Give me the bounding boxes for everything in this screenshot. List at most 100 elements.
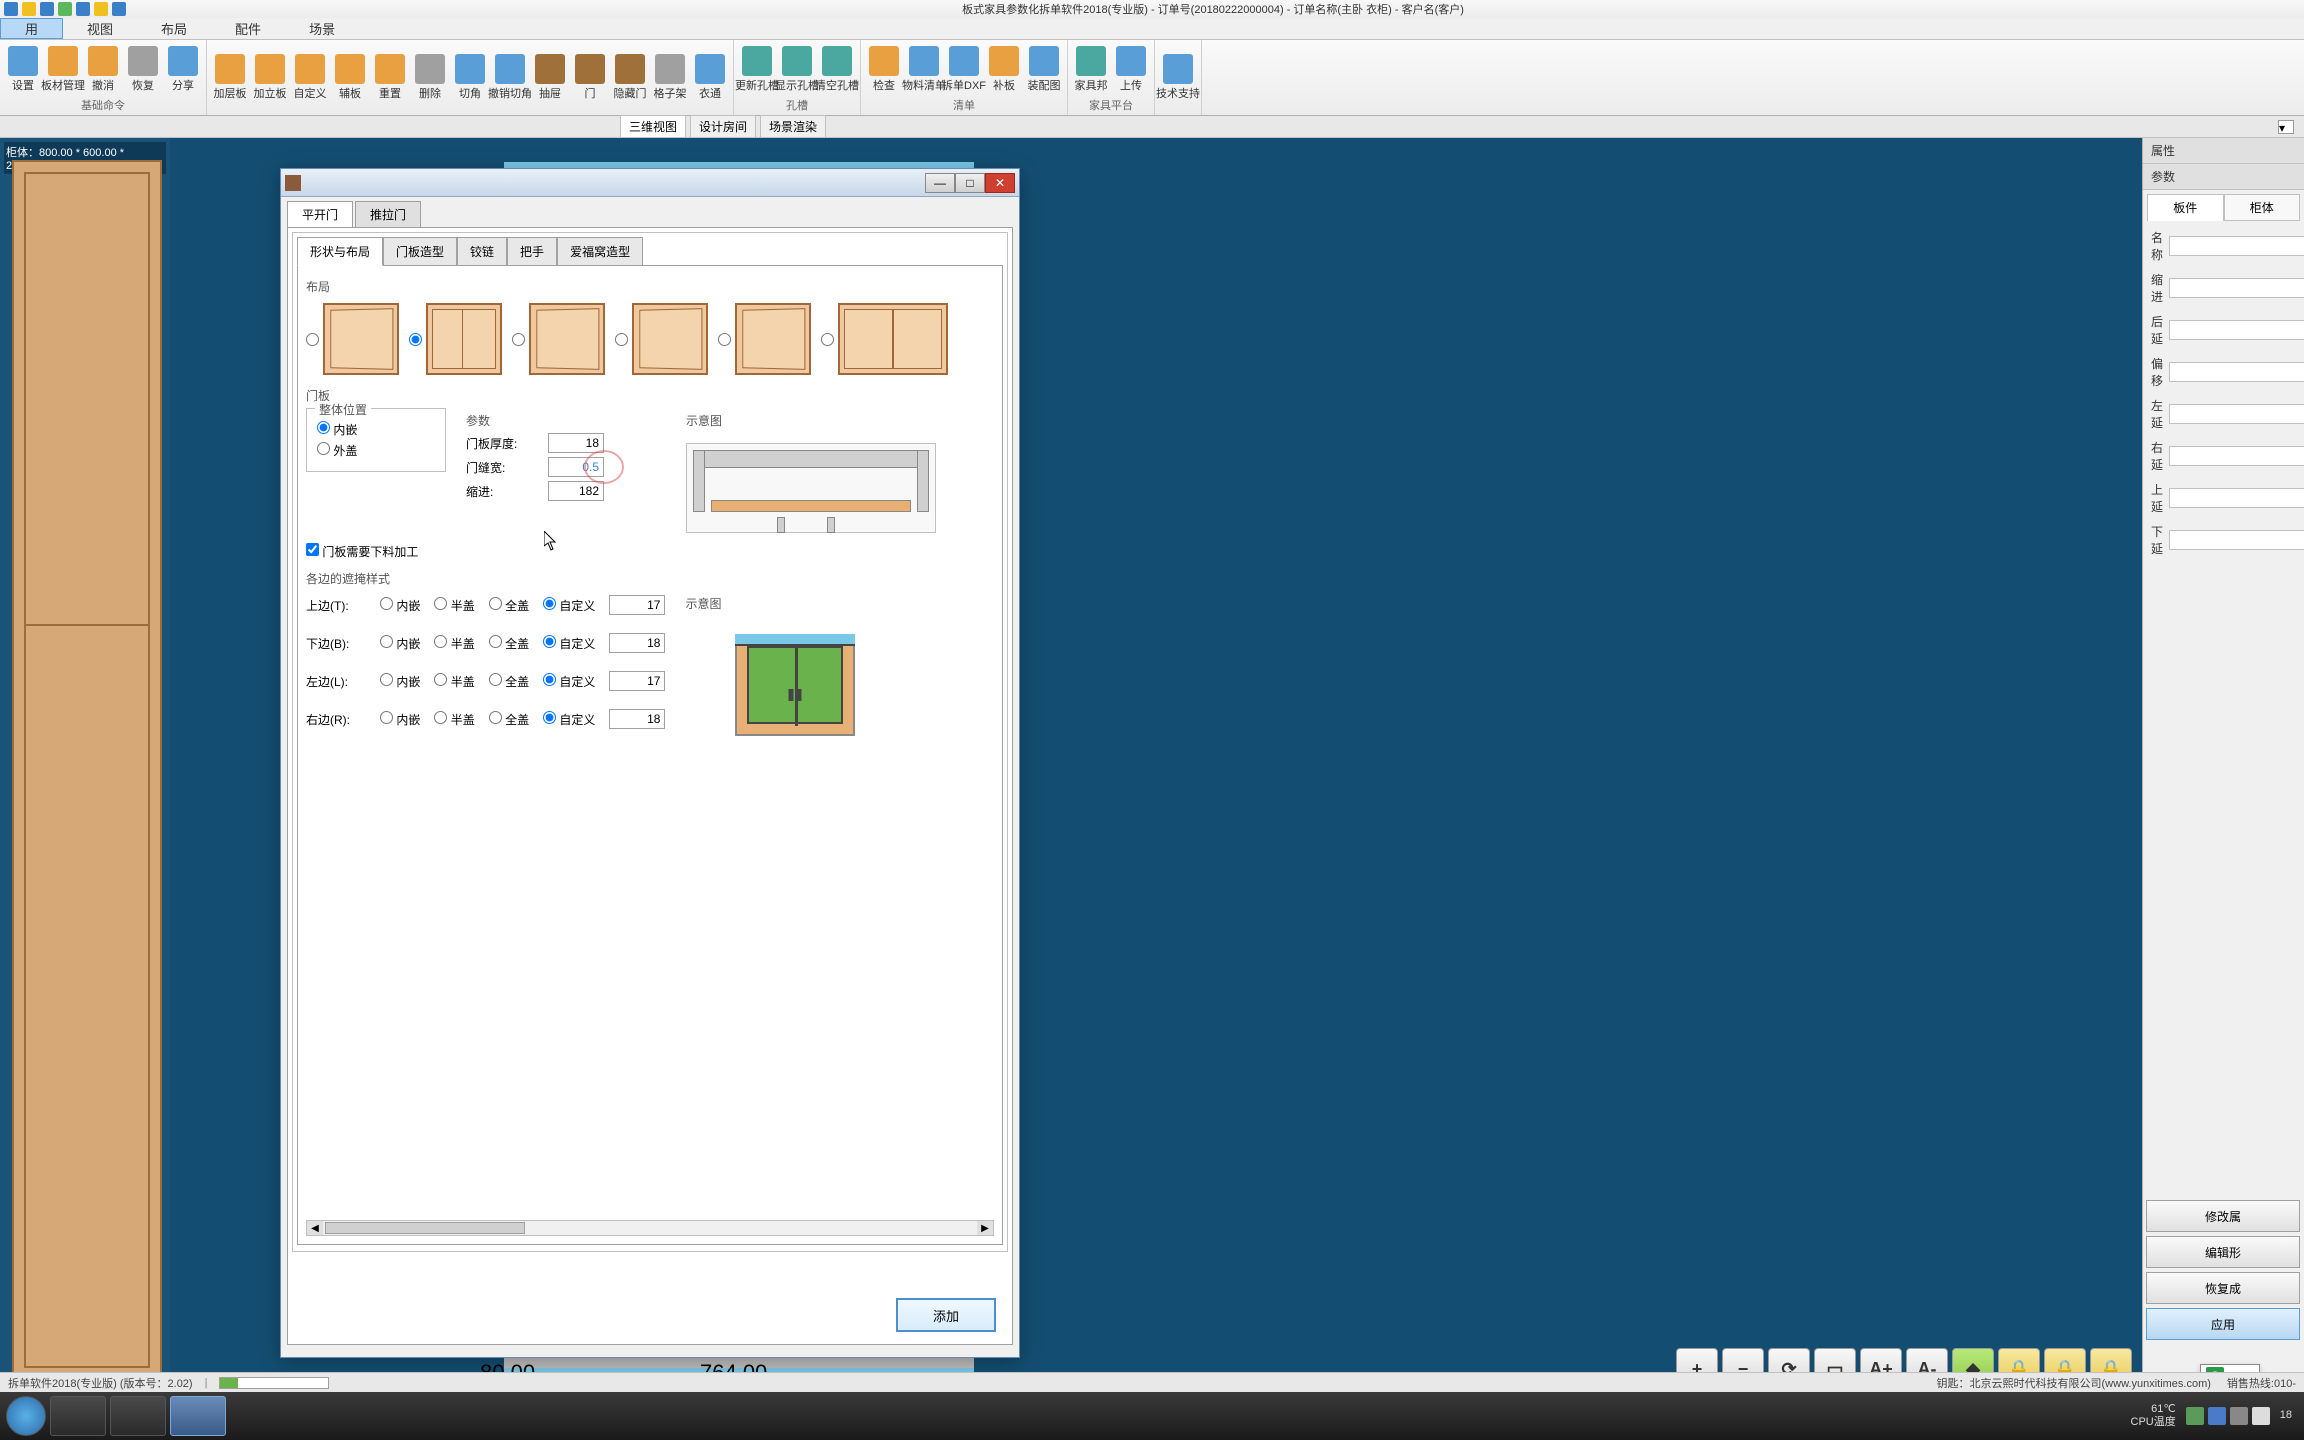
- tray-icon[interactable]: [2186, 1407, 2204, 1425]
- inner-tab[interactable]: 形状与布局: [297, 237, 383, 266]
- dialog-titlebar[interactable]: — □ ✕: [281, 169, 1019, 197]
- ribbon-btn[interactable]: 切角: [451, 52, 489, 103]
- layout-radio[interactable]: [409, 333, 422, 346]
- edge-value-input[interactable]: [609, 709, 665, 729]
- edge-option[interactable]: 全盖: [489, 635, 529, 652]
- edge-option[interactable]: 内嵌: [380, 711, 420, 728]
- layout-thumb[interactable]: [323, 303, 399, 375]
- clock[interactable]: 18: [2274, 1409, 2298, 1422]
- ribbon-btn[interactable]: 衣通: [691, 52, 729, 103]
- menu-item[interactable]: 配件: [211, 19, 285, 38]
- ribbon-btn[interactable]: 删除: [411, 52, 449, 103]
- inner-tab[interactable]: 门板造型: [383, 237, 457, 266]
- ribbon-btn[interactable]: 门: [571, 52, 609, 103]
- prop-input[interactable]: [2169, 530, 2304, 550]
- prop-input[interactable]: [2169, 278, 2304, 298]
- edge-option[interactable]: 全盖: [489, 711, 529, 728]
- ribbon-btn[interactable]: 加层板: [211, 52, 249, 103]
- qat-icon[interactable]: [4, 2, 18, 16]
- inner-tab[interactable]: 铰链: [457, 237, 507, 266]
- pos-option[interactable]: 内嵌: [317, 421, 357, 438]
- add-button[interactable]: 添加: [896, 1298, 996, 1332]
- ribbon-btn[interactable]: 检查: [865, 44, 903, 95]
- ribbon-btn[interactable]: 清空孔槽: [818, 44, 856, 95]
- ribbon-btn[interactable]: 上传: [1112, 44, 1150, 95]
- ribbon-btn[interactable]: 拆单DXF: [945, 44, 983, 95]
- ribbon-btn[interactable]: 重置: [371, 52, 409, 103]
- pos-option[interactable]: 外盖: [317, 442, 357, 459]
- temperature-widget[interactable]: 61℃ CPU温度: [2125, 1403, 2182, 1429]
- layout-thumb[interactable]: [735, 303, 811, 375]
- edge-value-input[interactable]: [609, 595, 665, 615]
- edge-value-input[interactable]: [609, 633, 665, 653]
- layout-radio[interactable]: [306, 333, 319, 346]
- menu-item[interactable]: 布局: [137, 19, 211, 38]
- dropdown-icon[interactable]: ▾: [2278, 120, 2294, 134]
- props-tab[interactable]: 柜体: [2224, 194, 2301, 221]
- ribbon-btn[interactable]: 加立板: [251, 52, 289, 103]
- dialog-tab-sliding[interactable]: 推拉门: [355, 201, 421, 227]
- edge-option[interactable]: 全盖: [489, 597, 529, 614]
- start-button[interactable]: [6, 1396, 46, 1436]
- view-tab[interactable]: 设计房间: [690, 115, 756, 138]
- taskbar-item[interactable]: [170, 1396, 226, 1436]
- taskbar-item[interactable]: [50, 1396, 106, 1436]
- ribbon-btn[interactable]: 抽屉: [531, 52, 569, 103]
- close-button[interactable]: ✕: [985, 173, 1015, 193]
- scroll-right-icon[interactable]: ▶: [977, 1221, 993, 1235]
- edit-shape-button[interactable]: 编辑形: [2146, 1236, 2300, 1268]
- qat-icon[interactable]: [76, 2, 90, 16]
- view-tab[interactable]: 三维视图: [620, 115, 686, 138]
- prop-input-name[interactable]: [2169, 236, 2304, 256]
- menu-item[interactable]: 视图: [63, 19, 137, 38]
- prop-input[interactable]: [2169, 320, 2304, 340]
- layout-radio[interactable]: [615, 333, 628, 346]
- thickness-input[interactable]: [548, 433, 604, 453]
- layout-radio[interactable]: [718, 333, 731, 346]
- ribbon-btn[interactable]: 装配图: [1025, 44, 1063, 95]
- edge-option[interactable]: 半盖: [434, 673, 474, 690]
- ribbon-btn[interactable]: 显示孔槽: [778, 44, 816, 95]
- edge-option[interactable]: 全盖: [489, 673, 529, 690]
- ribbon-btn[interactable]: 格子架: [651, 52, 689, 103]
- prop-input[interactable]: [2169, 362, 2304, 382]
- scroll-thumb[interactable]: [325, 1222, 525, 1234]
- edge-option[interactable]: 自定义: [543, 635, 595, 652]
- ribbon-btn[interactable]: 隐藏门: [611, 52, 649, 103]
- taskbar-item[interactable]: [110, 1396, 166, 1436]
- machining-checkbox[interactable]: 门板需要下料加工: [306, 543, 418, 560]
- cabinet-preview-thumbnail[interactable]: [12, 160, 162, 1380]
- qat-icon[interactable]: [40, 2, 54, 16]
- prop-input[interactable]: [2169, 404, 2304, 424]
- layout-radio[interactable]: [512, 333, 525, 346]
- apply-button[interactable]: 应用: [2146, 1308, 2300, 1340]
- ribbon-btn-undo[interactable]: 撤消: [84, 44, 122, 95]
- edge-option[interactable]: 半盖: [434, 597, 474, 614]
- menu-item[interactable]: 用: [0, 18, 63, 39]
- indent-input[interactable]: [548, 481, 604, 501]
- edge-option[interactable]: 半盖: [434, 711, 474, 728]
- inner-tab[interactable]: 爱福窝造型: [557, 237, 643, 266]
- horizontal-scrollbar[interactable]: ◀ ▶: [306, 1220, 994, 1236]
- edge-value-input[interactable]: [609, 671, 665, 691]
- restore-button[interactable]: 恢复成: [2146, 1272, 2300, 1304]
- ribbon-btn[interactable]: 撤销切角: [491, 52, 529, 103]
- scroll-left-icon[interactable]: ◀: [307, 1221, 323, 1235]
- ribbon-btn[interactable]: 家具邦: [1072, 44, 1110, 95]
- layout-thumb[interactable]: [426, 303, 502, 375]
- props-tab[interactable]: 板件: [2147, 194, 2224, 221]
- view-tab[interactable]: 场景渲染: [760, 115, 826, 138]
- edge-option[interactable]: 自定义: [543, 597, 595, 614]
- volume-icon[interactable]: [2252, 1407, 2270, 1425]
- maximize-button[interactable]: □: [955, 173, 985, 193]
- tray-icon[interactable]: [2208, 1407, 2226, 1425]
- ribbon-btn-share[interactable]: 分享: [164, 44, 202, 95]
- ribbon-btn-settings[interactable]: 设置: [4, 44, 42, 95]
- qat-icon[interactable]: [112, 2, 126, 16]
- tray-icon[interactable]: [2230, 1407, 2248, 1425]
- layout-thumb[interactable]: [632, 303, 708, 375]
- qat-icon[interactable]: [22, 2, 36, 16]
- prop-input[interactable]: [2169, 488, 2304, 508]
- edge-option[interactable]: 自定义: [543, 673, 595, 690]
- prop-input[interactable]: [2169, 446, 2304, 466]
